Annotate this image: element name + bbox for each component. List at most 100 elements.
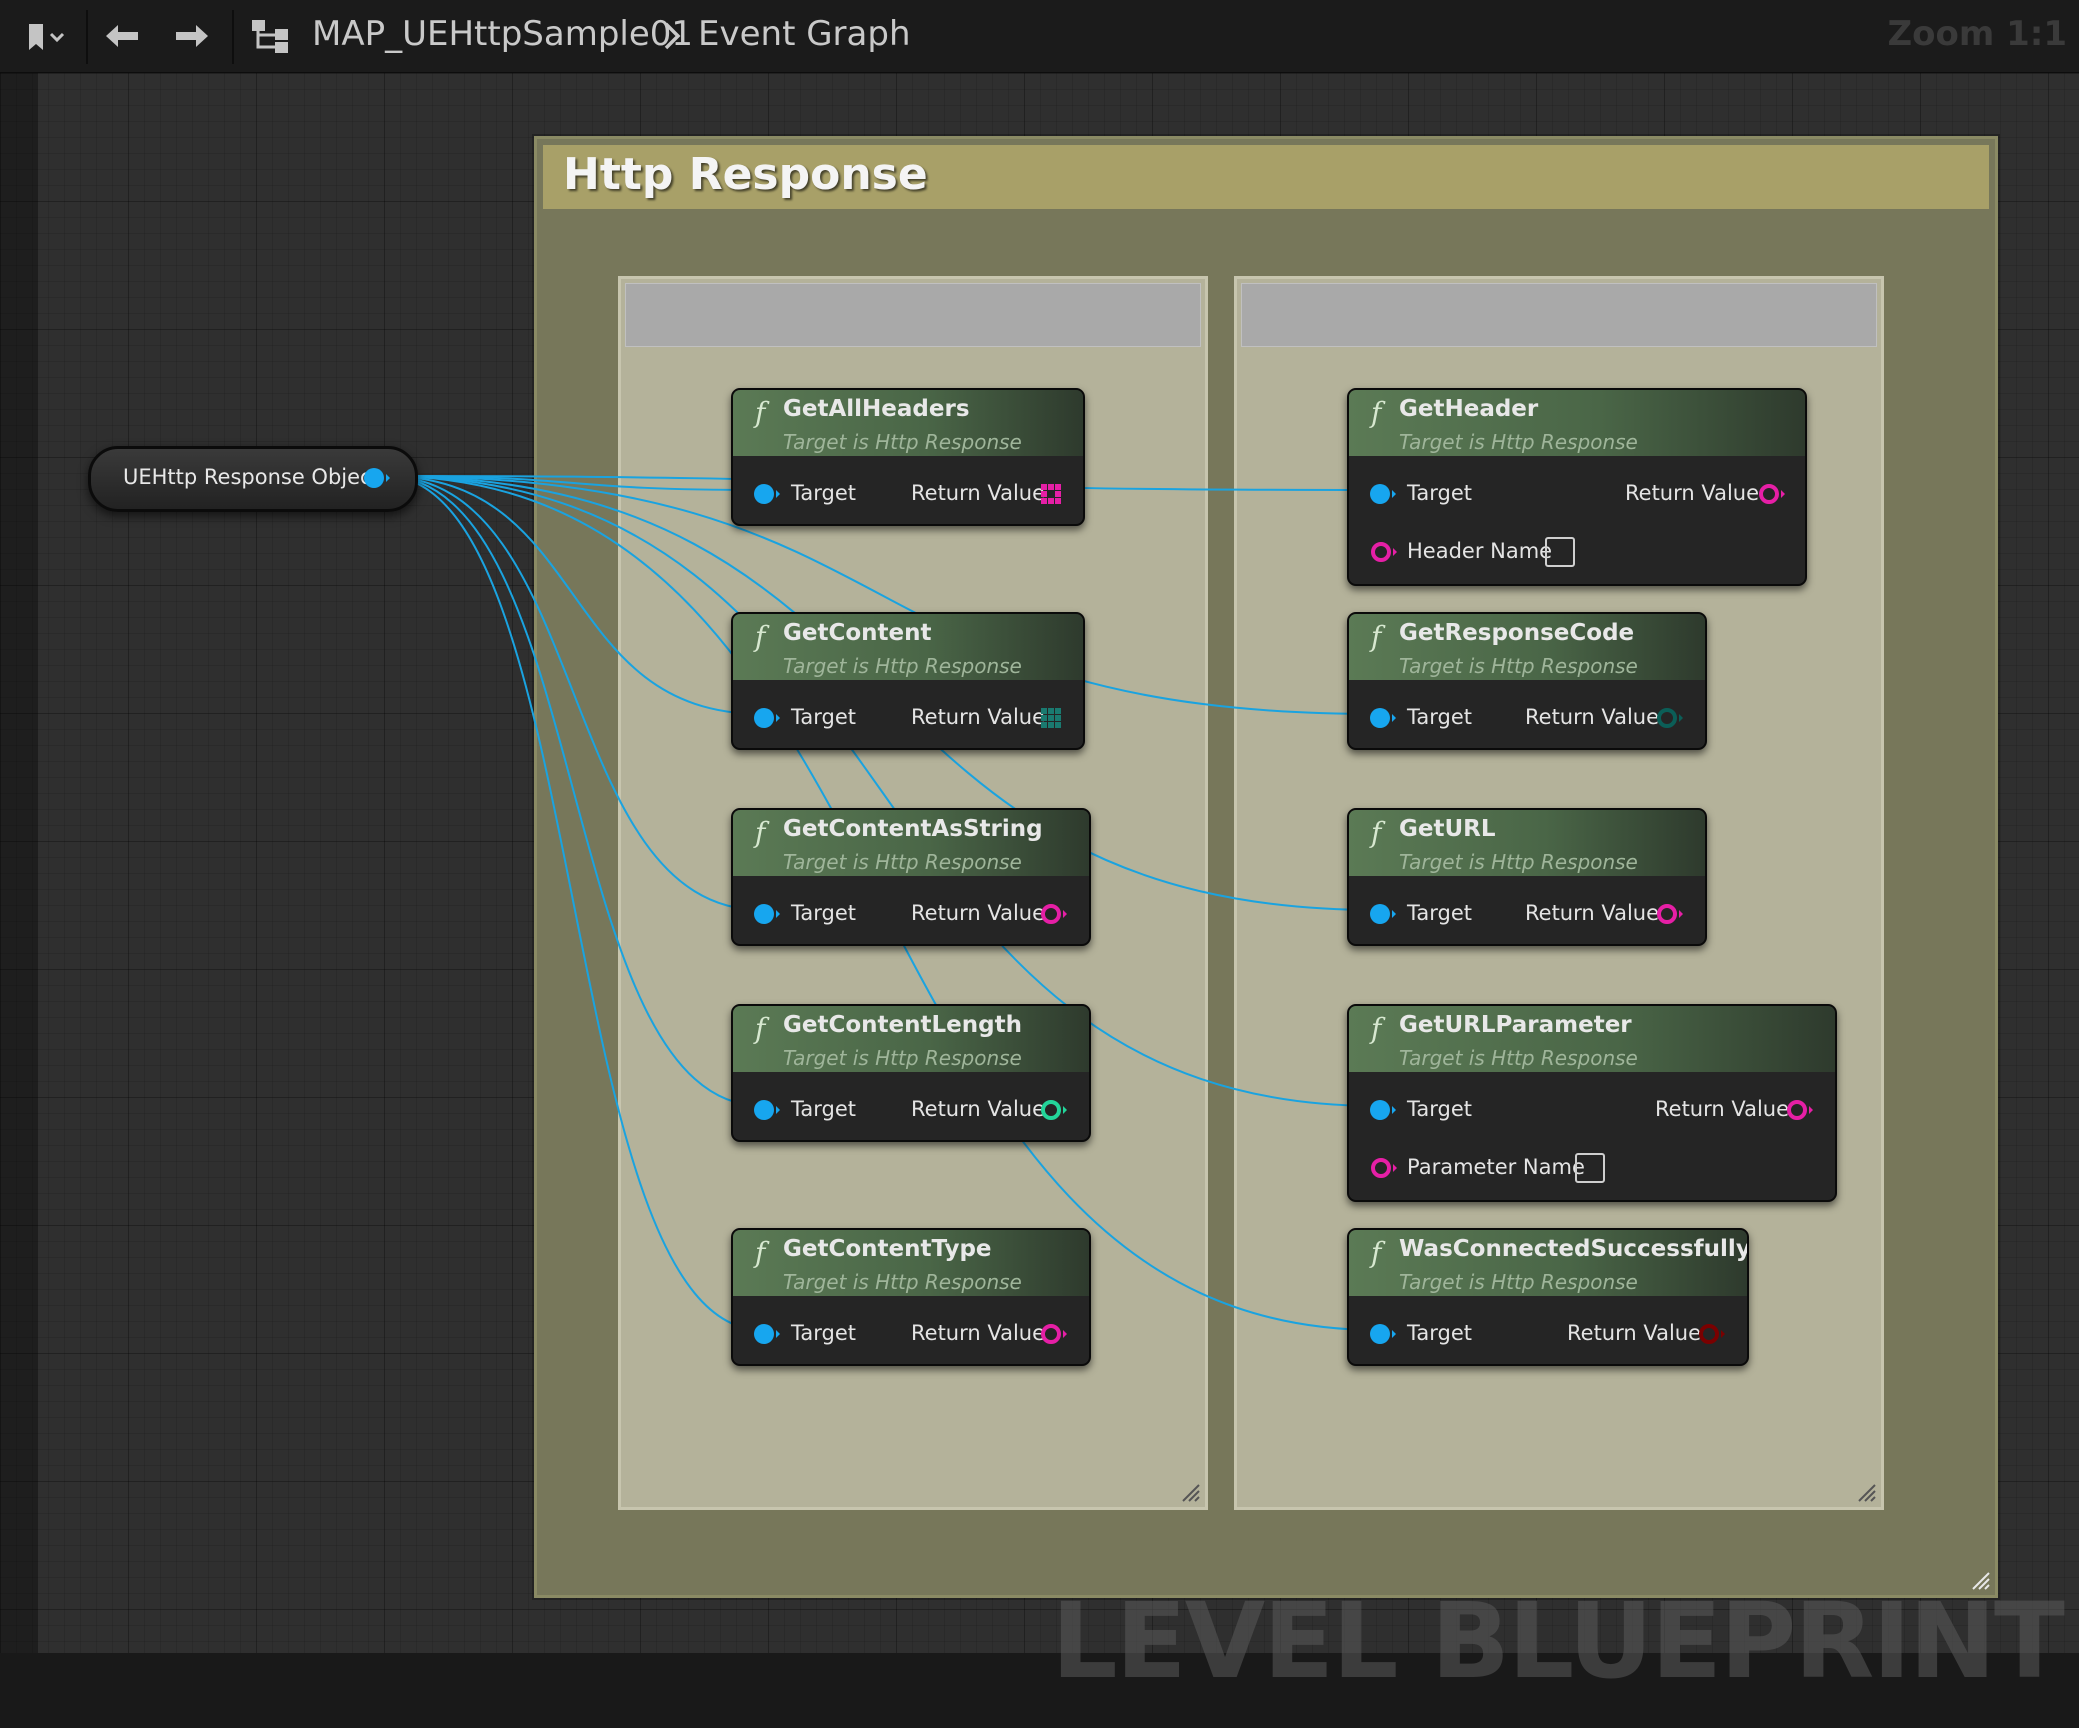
pin-label-header-name: Header Name [1407,539,1553,563]
function-icon: f [755,1236,766,1269]
string-pin-icon[interactable] [1039,902,1069,926]
target-pin-icon[interactable] [753,1322,781,1346]
level-blueprint-watermark: LEVEL BLUEPRINT [1051,1580,2065,1702]
arrow-right-icon [176,25,208,47]
node-title: GetAllHeaders [783,396,970,422]
pin-label-return-value: Return Value [1525,901,1660,925]
node-subtitle: Target is Http Response [1399,850,1638,874]
graph-hierarchy-icon [252,20,288,53]
string-pin-icon[interactable] [1757,482,1787,506]
zoom-indicator: Zoom 1:1 [1887,14,2067,54]
node-get-content-length[interactable]: f GetContentLength Target is Http Respon… [731,1004,1091,1142]
node-header: f GetContentLength Target is Http Respon… [733,1006,1089,1072]
breadcrumb-graph[interactable]: Event Graph [698,14,911,54]
comment-left-header[interactable] [625,283,1201,347]
bookmark-button[interactable] [8,0,80,72]
string-pin-icon[interactable] [1039,1322,1069,1346]
boolean-pin-icon[interactable] [1697,1322,1727,1346]
target-pin-icon[interactable] [753,482,781,506]
node-get-content-as-string[interactable]: f GetContentAsString Target is Http Resp… [731,808,1091,946]
function-icon: f [755,620,766,653]
graph-hierarchy-button[interactable] [244,0,296,72]
node-title: GetHeader [1399,396,1539,422]
arrow-left-icon [106,25,138,47]
pin-label-return-value: Return Value [1625,481,1760,505]
node-title: GetURL [1399,816,1496,842]
node-subtitle: Target is Http Response [783,1270,1022,1294]
node-header: f WasConnectedSuccessfully Target is Htt… [1349,1230,1747,1296]
forward-button[interactable] [166,0,218,72]
pin-label-target: Target [1407,481,1472,505]
bookmark-icon [29,24,65,50]
array-pin-icon[interactable] [1039,706,1063,730]
back-button[interactable] [96,0,148,72]
node-subtitle: Target is Http Response [783,1046,1022,1070]
node-subtitle: Target is Http Response [783,430,1022,454]
target-pin-icon[interactable] [1369,706,1397,730]
string-input-pin-icon[interactable] [1369,1156,1399,1180]
target-pin-icon[interactable] [753,1098,781,1122]
graph-toolbar: MAP_UEHttpSample01 Event Graph Zoom 1:1 [0,0,2079,73]
header-name-input[interactable] [1545,537,1575,567]
breadcrumb-asset[interactable]: MAP_UEHttpSample01 [312,14,693,54]
target-pin-icon[interactable] [1369,1322,1397,1346]
node-header: f GetContent Target is Http Response [733,614,1083,680]
pin-label-target: Target [1407,901,1472,925]
target-pin-icon[interactable] [1369,902,1397,926]
function-icon: f [755,1012,766,1045]
function-icon: f [1371,620,1382,653]
integer-pin-icon[interactable] [1655,706,1685,730]
function-icon: f [755,396,766,429]
pin-label-target: Target [791,705,856,729]
node-get-header[interactable]: f GetHeader Target is Http Response Targ… [1347,388,1807,586]
resize-grip-icon[interactable] [1855,1481,1877,1503]
parameter-name-input[interactable] [1575,1153,1605,1183]
target-pin-icon[interactable] [1369,1098,1397,1122]
pin-label-return-value: Return Value [911,1097,1046,1121]
function-icon: f [755,816,766,849]
integer-pin-icon[interactable] [1039,1098,1069,1122]
node-get-content[interactable]: f GetContent Target is Http Response Tar… [731,612,1085,750]
object-pin-icon[interactable] [363,465,391,491]
pin-label-target: Target [791,901,856,925]
pin-label-target: Target [1407,1321,1472,1345]
node-header: f GetAllHeaders Target is Http Response [733,390,1083,456]
node-get-url-parameter[interactable]: f GetURLParameter Target is Http Respons… [1347,1004,1837,1202]
target-pin-icon[interactable] [753,706,781,730]
string-pin-icon[interactable] [1785,1098,1815,1122]
pin-label-target: Target [791,1097,856,1121]
pin-label-target: Target [1407,705,1472,729]
node-subtitle: Target is Http Response [783,850,1022,874]
node-header: f GetHeader Target is Http Response [1349,390,1805,456]
string-input-pin-icon[interactable] [1369,540,1399,564]
node-subtitle: Target is Http Response [1399,430,1638,454]
node-title: GetContent [783,620,932,646]
string-pin-icon[interactable] [1655,902,1685,926]
node-get-url[interactable]: f GetURL Target is Http Response Target … [1347,808,1707,946]
pin-label-target: Target [791,1321,856,1345]
node-title: GetContentAsString [783,816,1043,842]
node-title: GetResponseCode [1399,620,1635,646]
pin-label-return-value: Return Value [911,705,1046,729]
function-icon: f [1371,1012,1382,1045]
comment-header[interactable]: Http Response [543,145,1989,209]
function-icon: f [1371,1236,1382,1269]
comment-right-header[interactable] [1241,283,1877,347]
target-pin-icon[interactable] [1369,482,1397,506]
node-get-content-type[interactable]: f GetContentType Target is Http Response… [731,1228,1091,1366]
resize-grip-icon[interactable] [1179,1481,1201,1503]
variable-node-uehttp-response[interactable]: UEHttp Response Object [88,446,418,512]
pin-label-return-value: Return Value [911,481,1046,505]
map-pin-icon[interactable] [1039,482,1063,506]
node-title: WasConnectedSuccessfully [1399,1236,1749,1262]
node-get-response-code[interactable]: f GetResponseCode Target is Http Respons… [1347,612,1707,750]
pin-label-parameter-name: Parameter Name [1407,1155,1585,1179]
node-title: GetContentType [783,1236,992,1262]
variable-node-label: UEHttp Response Object [123,465,380,489]
node-get-all-headers[interactable]: f GetAllHeaders Target is Http Response … [731,388,1085,526]
node-was-connected-successfully[interactable]: f WasConnectedSuccessfully Target is Htt… [1347,1228,1749,1366]
pin-label-return-value: Return Value [911,1321,1046,1345]
node-header: f GetContentAsString Target is Http Resp… [733,810,1089,876]
target-pin-icon[interactable] [753,902,781,926]
pin-label-target: Target [1407,1097,1472,1121]
